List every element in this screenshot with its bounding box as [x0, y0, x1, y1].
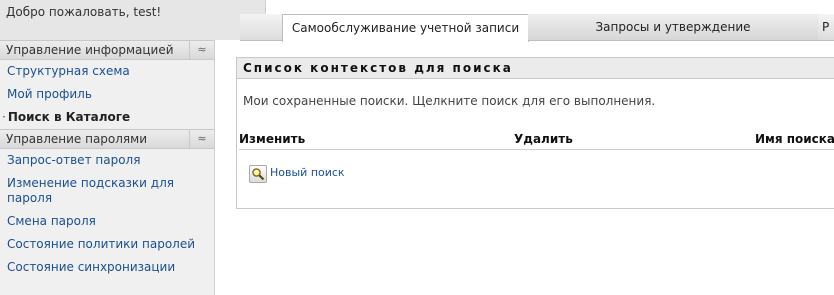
column-search-name: Имя поиска [755, 132, 834, 146]
sidebar-item-sync-status[interactable]: Состояние синхронизации [0, 256, 214, 279]
sidebar-item-password-hint[interactable]: Изменение подсказки для пароля [0, 172, 214, 210]
current-bullet-icon: · [2, 110, 6, 124]
collapse-icon[interactable]: ≈ [189, 130, 214, 148]
sidebar-item-password-policy-status[interactable]: Состояние политики паролей [0, 233, 214, 256]
tab-requests-approvals[interactable]: Запросы и утверждение [528, 14, 818, 40]
welcome-text: Добро пожаловать, test! [6, 5, 162, 19]
new-search-label: Новый поиск [270, 166, 345, 179]
sidebar-item-my-profile[interactable]: Мой профиль [0, 83, 214, 106]
sidebar-item-change-password[interactable]: Смена пароля [0, 210, 214, 233]
header-divider [239, 149, 834, 150]
column-edit: Изменить [239, 132, 306, 146]
sidebar-item-password-challenge[interactable]: Запрос-ответ пароля [0, 149, 214, 172]
panel-description: Мои сохраненные поиски. Щелкните поиск д… [243, 94, 656, 108]
sidebar-item-org-chart[interactable]: Структурная схема [0, 60, 214, 83]
section-title: Управление информацией [6, 43, 174, 57]
section-title: Управление паролями [6, 132, 147, 146]
collapse-icon[interactable]: ≈ [189, 41, 214, 59]
sidebar-item-directory-search[interactable]: · Поиск в Каталоге [0, 106, 214, 129]
sidebar-section-info-management[interactable]: Управление информацией ≈ [0, 40, 214, 60]
top-bar: Добро пожаловать, test! Самообслуживание… [0, 0, 834, 42]
column-delete: Удалить [514, 132, 573, 146]
sidebar-item-label: Поиск в Каталоге [7, 110, 131, 124]
search-contexts-panel: Список контекстов для поиска Мои сохране… [236, 57, 834, 209]
table-header: Изменить Удалить Имя поиска [239, 132, 834, 150]
sidebar: Управление информацией ≈ Структурная схе… [0, 40, 215, 295]
sidebar-section-password-management[interactable]: Управление паролями ≈ [0, 129, 214, 149]
tab-third[interactable]: Р [818, 14, 834, 40]
welcome-banner: Добро пожаловать, test! [0, 0, 266, 40]
tab-account-self-service[interactable]: Самообслуживание учетной записи [282, 14, 529, 42]
search-icon [249, 165, 267, 183]
panel-title: Список контекстов для поиска [237, 58, 834, 79]
